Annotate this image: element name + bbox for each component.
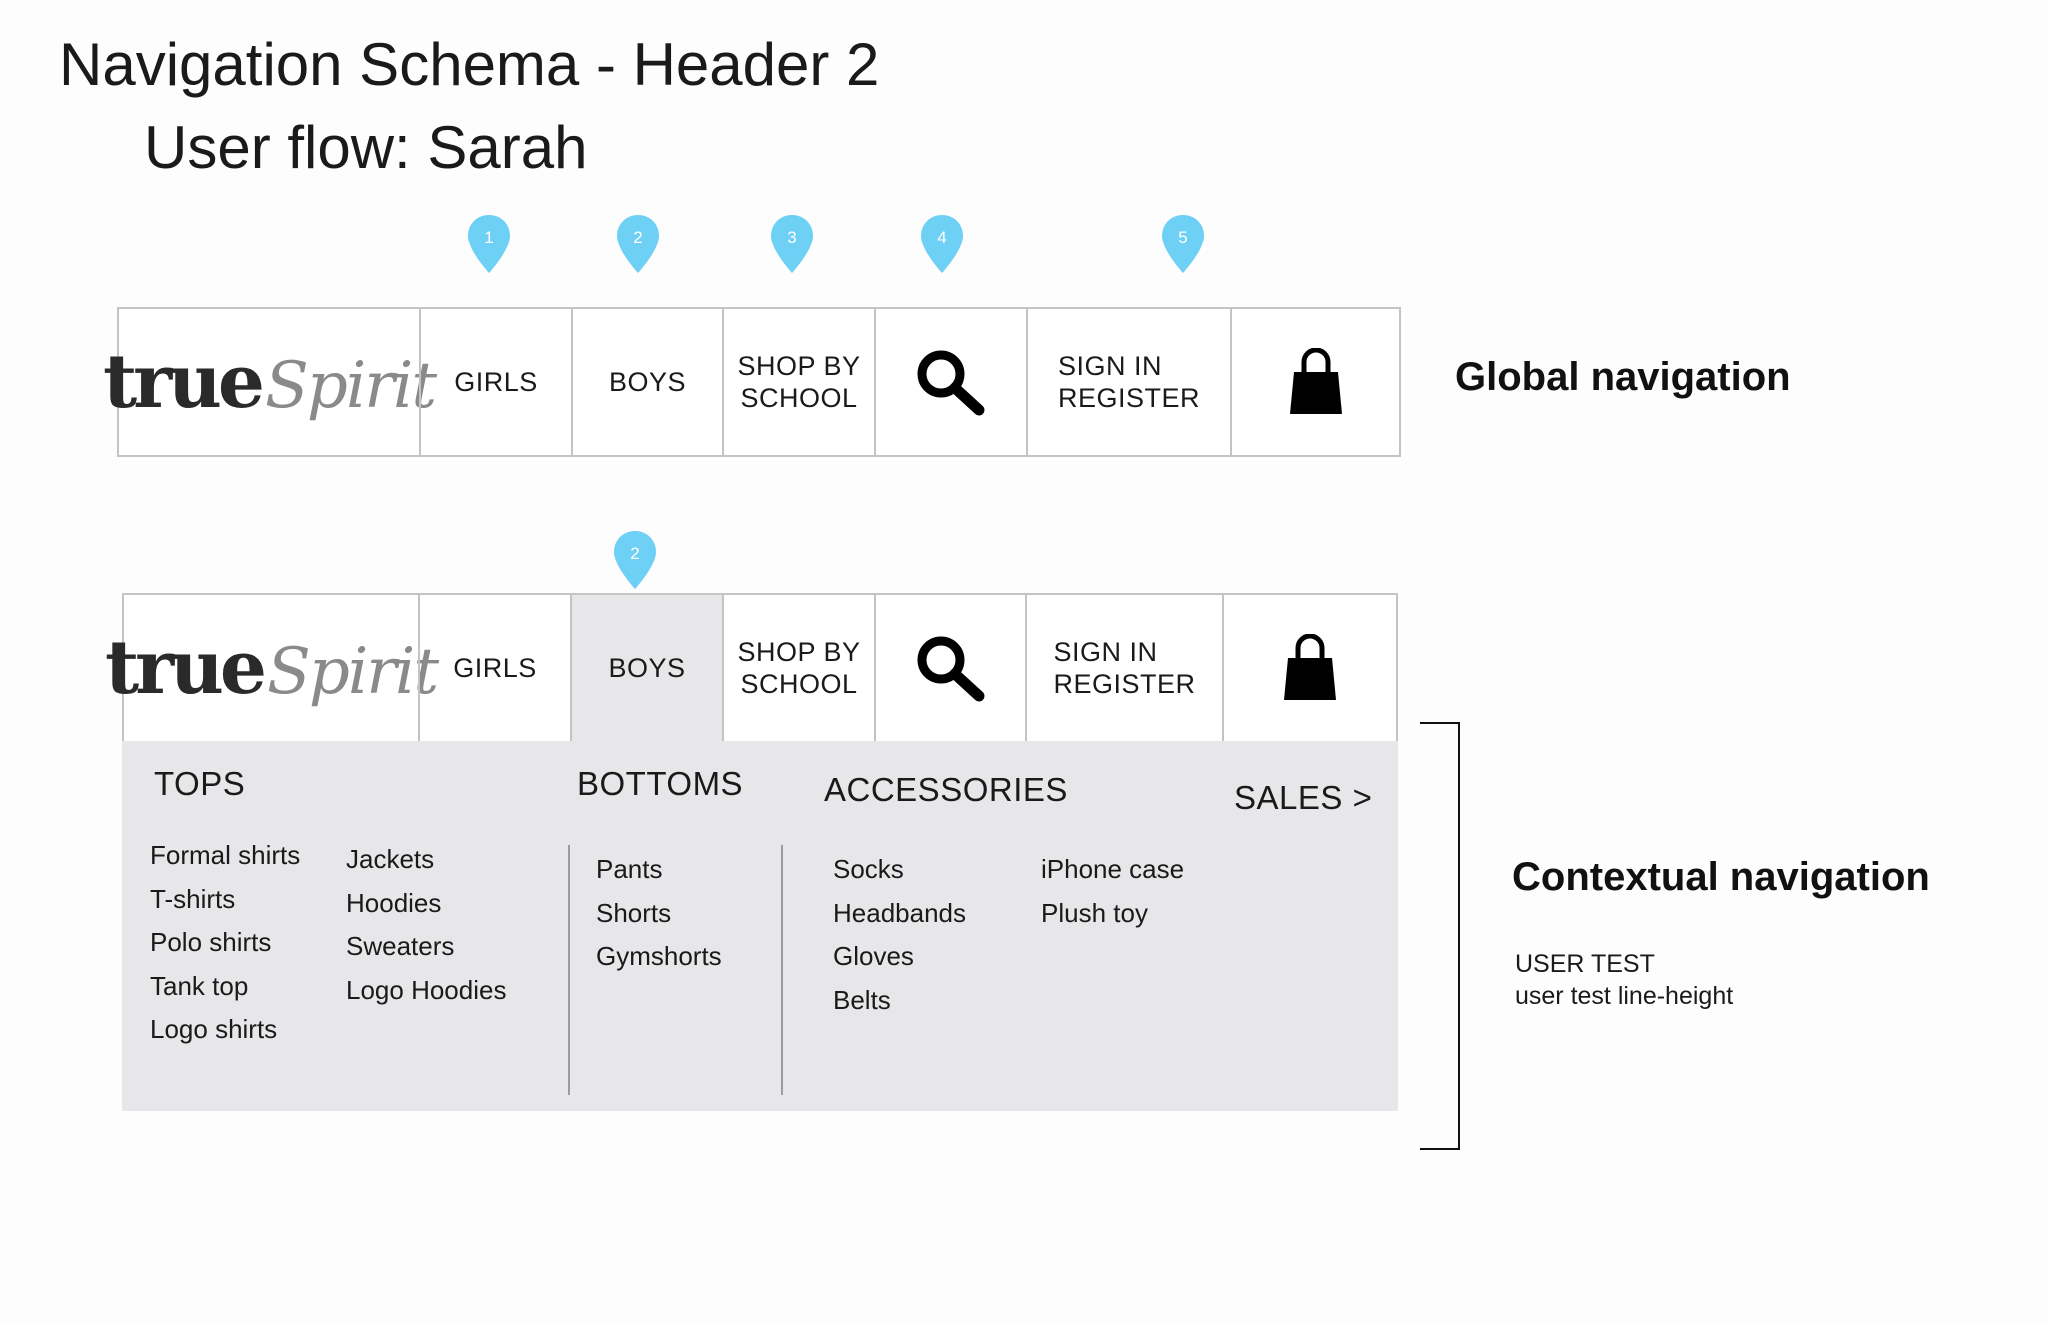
nav-cart[interactable]: [1222, 595, 1396, 741]
tops-list-col1: Formal shirts T-shirts Polo shirts Tank …: [150, 834, 300, 1052]
menu-item[interactable]: Sweaters: [346, 925, 506, 969]
step-pin-2: 2: [615, 213, 661, 275]
truespirit-logo: true Spirit: [102, 339, 437, 425]
pin-number: 5: [1178, 228, 1187, 247]
menu-item[interactable]: T-shirts: [150, 878, 300, 922]
pin-number: 3: [787, 228, 796, 247]
page-subtitle: User flow: Sarah: [144, 114, 588, 181]
pin-number: 1: [484, 228, 493, 247]
shopping-bag-icon: [1284, 634, 1336, 700]
column-divider: [568, 845, 570, 1095]
contextual-bracket: [1420, 722, 1460, 1150]
pin-number: 2: [630, 544, 639, 563]
nav-shop-label: SHOP BY SCHOOL: [737, 351, 861, 413]
nav-signin-label: SIGN IN REGISTER: [1057, 351, 1201, 413]
nav-girls-label: GIRLS: [454, 367, 538, 397]
nav-search[interactable]: [874, 309, 1026, 455]
tops-heading[interactable]: TOPS: [154, 765, 245, 803]
nav-boys[interactable]: BOYS: [571, 309, 722, 455]
menu-item[interactable]: Tank top: [150, 965, 300, 1009]
nav-cart[interactable]: [1230, 309, 1399, 455]
logo-cell[interactable]: true Spirit: [105, 595, 439, 741]
contextual-navigation-label: Contextual navigation: [1512, 855, 1930, 899]
nav-shop-by-school[interactable]: SHOP BY SCHOOL: [722, 309, 874, 455]
accessories-list-col2: iPhone case Plush toy: [1041, 848, 1184, 935]
step-pin-4: 4: [919, 213, 965, 275]
menu-item[interactable]: iPhone case: [1041, 848, 1184, 892]
nav-sign-in[interactable]: SIGN IN REGISTER: [1026, 309, 1230, 455]
accessories-list-col1: Socks Headbands Gloves Belts: [833, 848, 966, 1022]
nav-shop-label: SHOP BY SCHOOL: [737, 637, 861, 699]
menu-item[interactable]: Logo shirts: [150, 1008, 300, 1052]
tops-list-col2: Jackets Hoodies Sweaters Logo Hoodies: [346, 838, 506, 1012]
nav-girls[interactable]: GIRLS: [419, 309, 571, 455]
bottoms-heading[interactable]: BOTTOMS: [577, 765, 743, 803]
pin-number: 2: [633, 228, 642, 247]
nav-boys-active[interactable]: BOYS: [570, 595, 722, 741]
menu-item[interactable]: Polo shirts: [150, 921, 300, 965]
menu-item[interactable]: Gloves: [833, 935, 966, 979]
step-pin-5: 5: [1160, 213, 1206, 275]
step-pin-2-contextual: 2: [612, 529, 658, 591]
sales-link[interactable]: SALES >: [1234, 779, 1372, 817]
nav-sign-in[interactable]: SIGN IN REGISTER: [1025, 595, 1222, 741]
accessories-heading[interactable]: ACCESSORIES: [824, 771, 1068, 809]
step-pin-1: 1: [466, 213, 512, 275]
user-test-line1: USER TEST: [1515, 950, 1655, 978]
nav-shop-by-school[interactable]: SHOP BY SCHOOL: [722, 595, 874, 741]
menu-item[interactable]: Headbands: [833, 892, 966, 936]
menu-item[interactable]: Shorts: [596, 892, 722, 936]
pin-number: 4: [937, 228, 946, 247]
step-pin-3: 3: [769, 213, 815, 275]
nav-signin-label: SIGN IN REGISTER: [1053, 637, 1196, 699]
nav-girls-label: GIRLS: [453, 653, 537, 683]
search-icon: [917, 636, 984, 702]
mega-menu-dropdown: TOPS Formal shirts T-shirts Polo shirts …: [122, 741, 1398, 1111]
logo-cell[interactable]: true Spirit: [103, 309, 437, 455]
global-navigation-label: Global navigation: [1455, 355, 1791, 399]
menu-item[interactable]: Logo Hoodies: [346, 969, 506, 1013]
nav-boys-label: BOYS: [608, 653, 686, 683]
menu-item[interactable]: Socks: [833, 848, 966, 892]
bottoms-list: Pants Shorts Gymshorts: [596, 848, 722, 979]
global-nav-bar: true Spirit GIRLS BOYS SHOP BY SCHOOL SIGN…: [103, 307, 1401, 457]
user-test-note: USER TEST user test line-height: [1515, 948, 1733, 1012]
shopping-bag-icon: [1289, 348, 1342, 414]
column-divider: [781, 845, 783, 1095]
user-test-line2: user test line-height: [1515, 982, 1734, 1010]
nav-boys-label: BOYS: [608, 367, 687, 397]
menu-item[interactable]: Gymshorts: [596, 935, 722, 979]
menu-item[interactable]: Belts: [833, 979, 966, 1023]
menu-item[interactable]: Formal shirts: [150, 834, 300, 878]
contextual-nav-bar: true Spirit GIRLS BOYS SHOP BY SCHOOL SIGN…: [105, 593, 1398, 743]
menu-item[interactable]: Pants: [596, 848, 722, 892]
menu-item[interactable]: Jackets: [346, 838, 506, 882]
menu-item[interactable]: Hoodies: [346, 882, 506, 926]
page-title: Navigation Schema - Header 2: [59, 31, 880, 98]
search-icon: [917, 350, 985, 416]
nav-search[interactable]: [874, 595, 1025, 741]
nav-girls[interactable]: GIRLS: [418, 595, 570, 741]
menu-item[interactable]: Plush toy: [1041, 892, 1184, 936]
truespirit-logo: true Spirit: [104, 625, 439, 711]
